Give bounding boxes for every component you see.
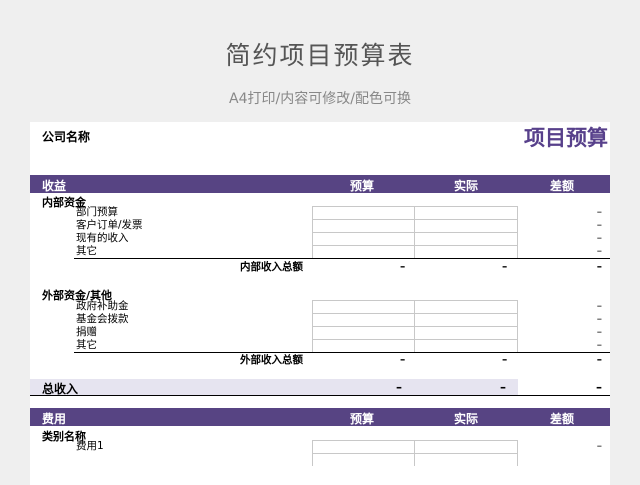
company-name-label[interactable]: 公司名称 [42,128,90,145]
total-income-row: 总收入 – – – [30,379,610,396]
budget-cell[interactable] [312,339,414,353]
actual-cell[interactable] [414,245,518,259]
budget-cell[interactable] [312,440,414,453]
actual-column-header: 实际 [453,412,478,426]
budget-cell[interactable] [312,300,414,313]
income-header: 收益 预算 实际 差额 [30,175,610,193]
difference-cell: – [596,206,602,218]
table-row: 政府补助金 – [30,300,610,313]
actual-cell[interactable] [414,232,518,245]
row-label: 捐赠 [76,326,97,338]
actual-column-header: 实际 [453,179,478,193]
external-subtotal-row: 外部收入总额 – – – [30,353,610,367]
actual-cell[interactable] [414,440,518,453]
difference-cell: – [596,313,602,325]
total-shade [30,379,518,395]
table-row: 费用1 – [30,440,610,453]
row-label: 部门预算 [76,206,118,218]
budget-cell[interactable] [312,219,414,232]
subtotal-label: 外部收入总额 [240,354,303,366]
internal-subtotal-row: 内部收入总额 – – – [30,260,610,274]
row-label: 其它 [76,245,97,257]
section-divider [74,258,610,259]
actual-cell[interactable] [414,313,518,326]
difference-cell: – [596,245,602,257]
budget-cell[interactable] [312,245,414,259]
difference-cell: – [596,326,602,338]
subtotal-budget: – [400,261,406,273]
row-label: 费用1 [76,440,104,452]
subtotal-actual: – [502,261,508,273]
budget-cell[interactable] [312,453,414,466]
row-label: 其它 [76,339,97,351]
table-row: 其它 – [30,339,610,353]
table-row: 基金会拨款 – [30,313,610,326]
total-budget: – [396,380,402,394]
difference-cell: – [596,440,602,452]
budget-cell[interactable] [312,326,414,339]
row-label: 现有的收入 [76,232,129,244]
row-label: 政府补助金 [76,300,129,312]
difference-column-header: 差额 [549,412,574,426]
actual-cell[interactable] [414,300,518,313]
difference-cell: – [596,232,602,244]
subtotal-budget: – [400,354,406,366]
expenses-header: 费用 预算 实际 差额 [30,408,610,426]
row-label: 基金会拨款 [76,313,129,325]
page-subtitle: A4打印/内容可修改/配色可换 [229,91,411,107]
difference-cell: – [596,339,602,351]
budget-column-header: 预算 [349,179,374,193]
actual-cell[interactable] [414,326,518,339]
subtotal-actual: – [502,354,508,366]
actual-cell[interactable] [414,453,518,466]
income-header-label: 收益 [42,179,67,193]
row-label: 客户订单/发票 [76,219,143,231]
total-difference: – [596,380,602,394]
budget-cell[interactable] [312,206,414,219]
actual-cell[interactable] [414,206,518,219]
difference-cell: – [596,219,602,231]
expenses-header-label: 费用 [42,412,67,426]
table-row: 捐赠 – [30,326,610,339]
difference-column-header: 差额 [549,179,574,193]
budget-cell[interactable] [312,232,414,245]
budget-sheet: 公司名称 项目预算 收益 预算 实际 差额 内部资金 部门预算 – 客户订单/发… [30,122,610,485]
total-actual: – [500,380,506,394]
budget-column-header: 预算 [349,412,374,426]
table-row: 部门预算 – [30,206,610,219]
table-row: 现有的收入 – [30,232,610,245]
page-title: 简约项目预算表 [225,41,415,70]
total-divider [30,395,610,396]
budget-cell[interactable] [312,313,414,326]
subtotal-label: 内部收入总额 [240,261,303,273]
table-row: 客户订单/发票 – [30,219,610,232]
actual-cell[interactable] [414,219,518,232]
difference-cell: – [596,300,602,312]
actual-cell[interactable] [414,339,518,353]
sheet-title[interactable]: 项目预算 [524,122,608,152]
table-row [30,453,610,466]
subtotal-difference: – [596,354,602,366]
subtotal-difference: – [596,261,602,273]
table-row: 其它 – [30,245,610,259]
